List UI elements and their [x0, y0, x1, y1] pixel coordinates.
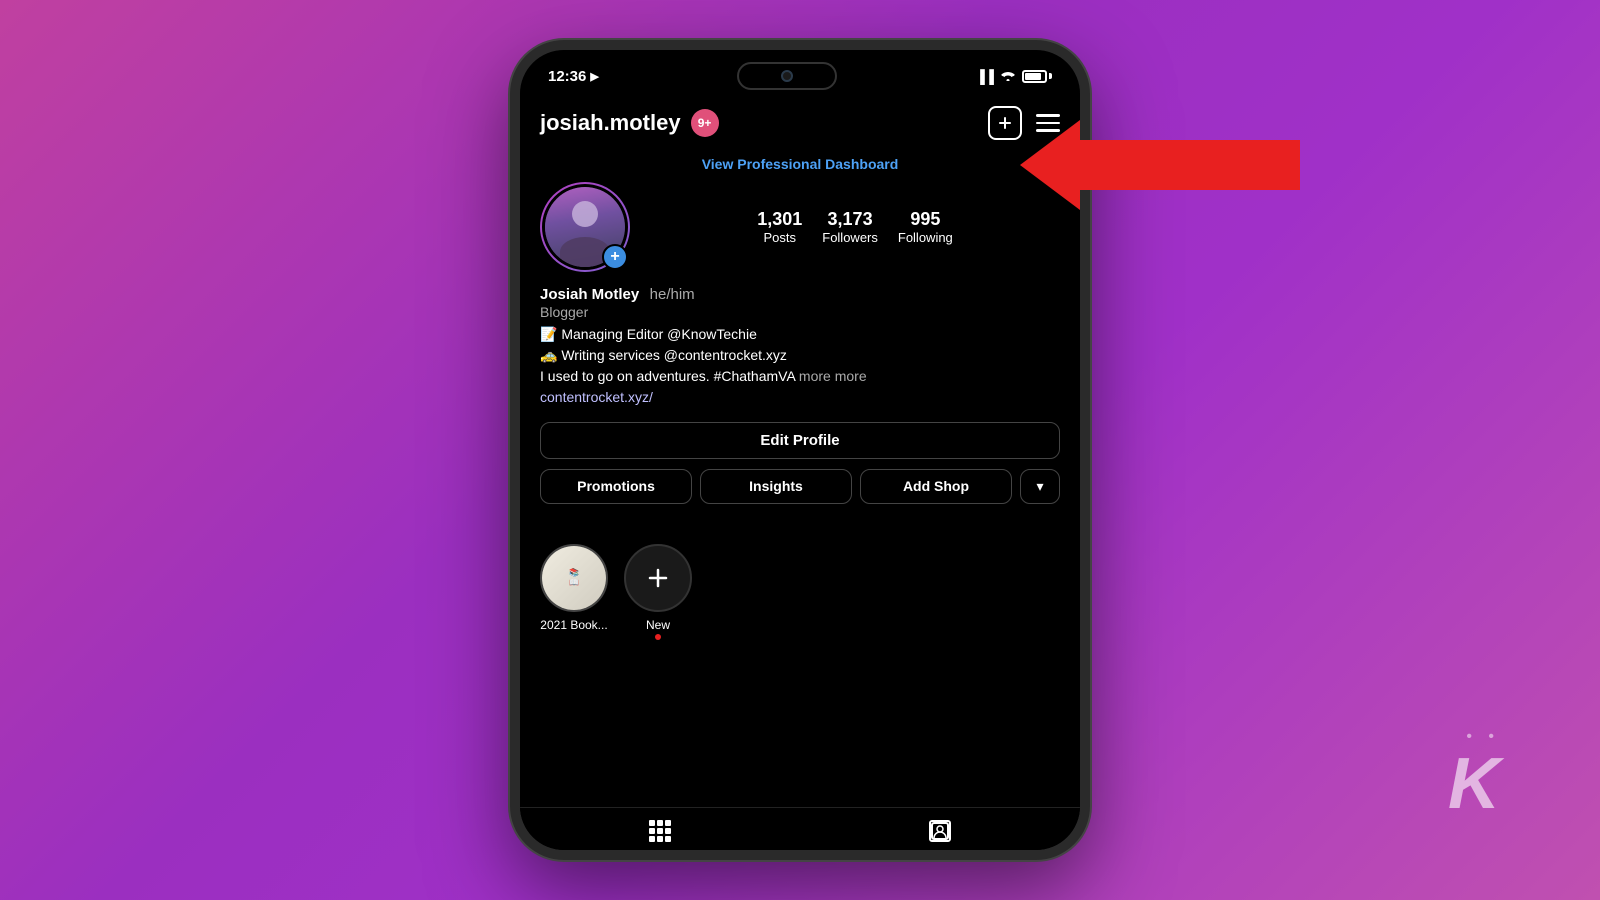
status-bar: 12:36 ▶ ▐▐: [520, 50, 1080, 98]
volume-up-button[interactable]: [510, 190, 511, 225]
edit-profile-button[interactable]: Edit Profile: [540, 422, 1060, 459]
following-count: 995: [910, 209, 940, 230]
grid-nav-button[interactable]: [647, 818, 673, 844]
profile-section: + 1,301 Posts 3,173 Followers 995 Follow…: [520, 182, 1080, 534]
followers-stat[interactable]: 3,173 Followers: [822, 209, 878, 245]
display-name: Josiah Motley: [540, 286, 639, 303]
pronouns: he/him: [650, 286, 695, 303]
volume-down-button[interactable]: [510, 235, 511, 270]
highlights-section: 📚📖 2021 Book... New: [520, 534, 1080, 650]
book-pattern: 📚📖: [565, 564, 583, 591]
promotions-button[interactable]: Promotions: [540, 469, 692, 504]
bio-category: Blogger: [540, 304, 1060, 320]
signal-icon: ▐▐: [976, 69, 994, 84]
bio-more-text[interactable]: more: [835, 368, 867, 384]
status-time: 12:36 ▶: [548, 68, 599, 85]
following-label: Following: [898, 230, 953, 245]
mute-button[interactable]: [510, 150, 511, 178]
insights-button[interactable]: Insights: [700, 469, 852, 504]
bio-line1: 📝 Managing Editor @KnowTechie: [540, 324, 1060, 345]
status-icons: ▐▐: [976, 69, 1052, 84]
bio-line2: 🚕 Writing services @contentrocket.xyz: [540, 345, 1060, 366]
highlight-item-books[interactable]: 📚📖 2021 Book...: [540, 544, 608, 640]
bottom-navigation: [520, 807, 1080, 850]
bio-line3: I used to go on adventures. #ChathamVA: [540, 368, 795, 384]
front-camera: [781, 70, 793, 82]
more-options-button[interactable]: ▾: [1020, 469, 1060, 504]
person-tag-icon: [929, 820, 951, 842]
secondary-buttons: Promotions Insights Add Shop ▾: [540, 469, 1060, 504]
highlight-image-books: 📚📖: [542, 546, 606, 610]
highlight-label-books: 2021 Book...: [540, 618, 607, 632]
following-stat[interactable]: 995 Following: [898, 209, 953, 245]
red-arrow: [1020, 120, 1300, 210]
power-button[interactable]: [1089, 210, 1090, 270]
menu-line-1: [1036, 114, 1060, 117]
phone-frame: 12:36 ▶ ▐▐: [510, 40, 1090, 860]
highlight-item-new[interactable]: New: [624, 544, 692, 640]
grid-icon: [649, 820, 671, 842]
arrow-body: [1080, 140, 1300, 190]
wifi-icon: [1000, 69, 1016, 84]
avatar-container: +: [540, 182, 630, 272]
bio-text: 📝 Managing Editor @KnowTechie 🚕 Writing …: [540, 324, 1060, 408]
action-buttons: Edit Profile Promotions Insights Add Sho…: [540, 422, 1060, 504]
add-story-button[interactable]: +: [602, 244, 628, 270]
tagged-nav-button[interactable]: [927, 818, 953, 844]
highlight-circle-books: 📚📖: [540, 544, 608, 612]
profile-stats: 1,301 Posts 3,173 Followers 995 Followin…: [650, 209, 1060, 245]
posts-count: 1,301: [757, 209, 802, 230]
dynamic-island: [737, 62, 837, 90]
add-content-button[interactable]: [988, 106, 1022, 140]
username-text: josiah.motley: [540, 110, 681, 136]
username-area: josiah.motley 9+: [540, 109, 719, 137]
profile-top: + 1,301 Posts 3,173 Followers 995 Follow…: [540, 182, 1060, 272]
notification-badge[interactable]: 9+: [691, 109, 719, 137]
arrow-head: [1020, 120, 1080, 210]
bio-section: Josiah Motley he/him Blogger 📝 Managing …: [540, 286, 1060, 408]
followers-count: 3,173: [828, 209, 873, 230]
bio-more[interactable]: more: [799, 368, 831, 384]
battery-icon: [1022, 70, 1052, 83]
time-display: 12:36: [548, 68, 586, 85]
posts-label: Posts: [763, 230, 796, 245]
pro-dashboard-link[interactable]: View Professional Dashboard: [520, 150, 1080, 182]
highlight-label-new: New: [646, 618, 670, 632]
posts-stat[interactable]: 1,301 Posts: [757, 209, 802, 245]
highlight-new-button[interactable]: [624, 544, 692, 612]
kt-logo: K: [1448, 748, 1500, 820]
phone-content: josiah.motley 9+ View Professional Dash: [520, 98, 1080, 850]
highlight-new-dot: [655, 634, 661, 640]
followers-label: Followers: [822, 230, 878, 245]
location-icon: ▶: [590, 70, 598, 83]
add-shop-button[interactable]: Add Shop: [860, 469, 1012, 504]
bio-link[interactable]: contentrocket.xyz/: [540, 387, 1060, 408]
instagram-header: josiah.motley 9+: [520, 98, 1080, 150]
